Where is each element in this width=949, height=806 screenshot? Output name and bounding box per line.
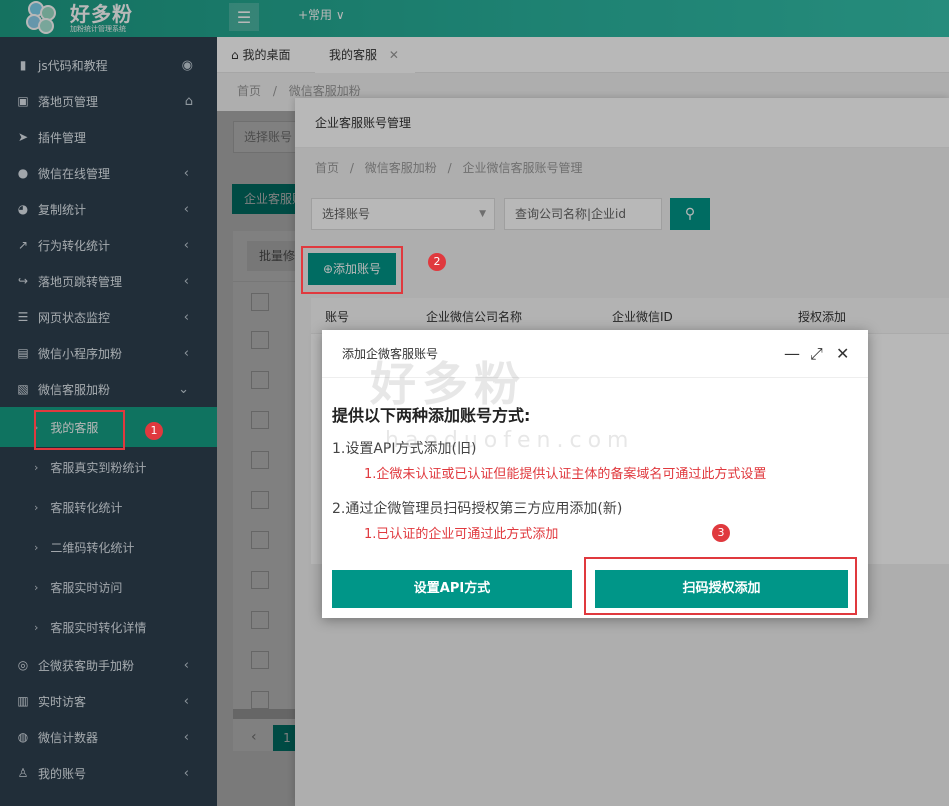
- maximize-icon[interactable]: ⤢: [810, 330, 823, 378]
- app-root: 好多粉 加粉统计管理系统 ☰ +常用 ∨ ▮ js代码和教程 ◉ ▣ 落地页管理…: [0, 0, 949, 806]
- annotation-box-2: [301, 246, 403, 294]
- annotation-badge-1: 1: [145, 422, 163, 440]
- method-2-note: 1.已认证的企业可通过此方式添加: [364, 527, 559, 542]
- annotation-badge-3: 3: [712, 524, 730, 542]
- method-1-note: 1.企微未认证或已认证但能提供认证主体的备案域名可通过此方式设置: [364, 467, 767, 482]
- watermark: 好多粉: [370, 357, 526, 411]
- annotation-box-1: [34, 410, 125, 450]
- close-icon[interactable]: ✕: [836, 330, 849, 378]
- annotation-box-3: [584, 557, 857, 615]
- minimize-icon[interactable]: —: [784, 330, 800, 378]
- api-setup-button[interactable]: 设置API方式: [332, 570, 572, 608]
- method-2-label: 2.通过企微管理员扫码授权第三方应用添加(新): [332, 501, 623, 517]
- watermark-url: haoduofen.com: [385, 428, 635, 453]
- annotation-badge-2: 2: [428, 253, 446, 271]
